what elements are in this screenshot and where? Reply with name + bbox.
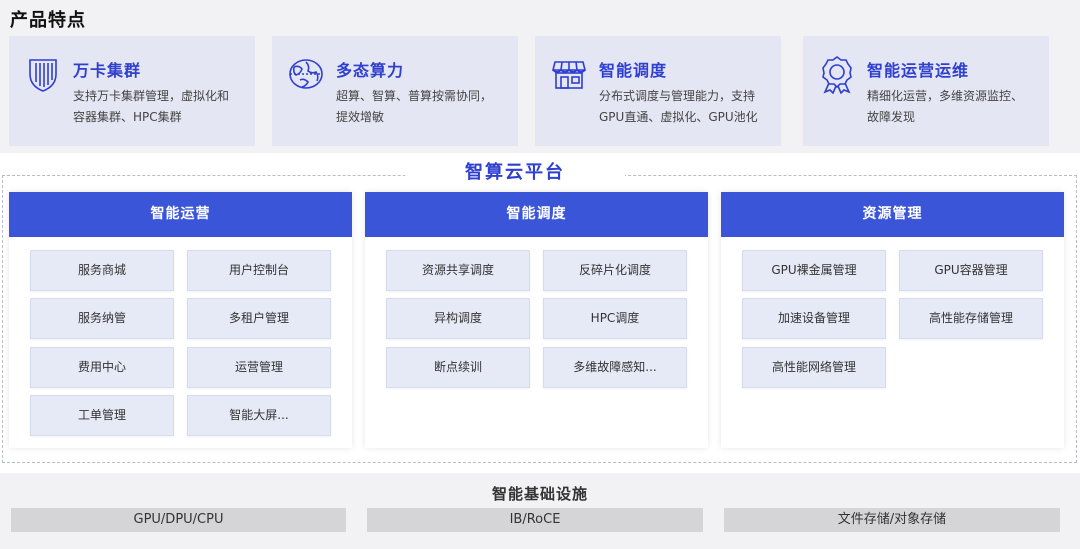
shield-icon [23, 54, 63, 94]
module-item[interactable]: 资源共享调度 [386, 250, 530, 291]
column-operations: 智能运营 服务商城 用户控制台 服务纳管 多租户管理 费用中心 运营管理 工单管… [9, 192, 352, 448]
module-item[interactable]: GPU裸金属管理 [742, 250, 886, 291]
module-item[interactable]: HPC调度 [543, 298, 687, 339]
module-item[interactable]: 服务商城 [30, 250, 174, 291]
badge-icon [817, 54, 857, 95]
module-item[interactable]: 多租户管理 [187, 298, 331, 339]
globe-icon [286, 54, 326, 94]
store-icon [549, 54, 589, 94]
module-item[interactable]: 高性能存储管理 [899, 298, 1043, 339]
feature-name: 多态算力 [336, 61, 405, 80]
module-item[interactable]: 加速设备管理 [742, 298, 886, 339]
feature-card-scheduling: 智能调度 分布式调度与管理能力，支持 GPU直通、虚拟化、GPU池化 [535, 36, 781, 146]
feature-name: 智能调度 [599, 61, 668, 80]
feature-name: 万卡集群 [73, 61, 142, 80]
column-resources: 资源管理 GPU裸金属管理 GPU容器管理 加速设备管理 高性能存储管理 高性能… [721, 192, 1064, 448]
infrastructure-title: 智能基础设施 [491, 485, 588, 503]
column-header: 智能调度 [365, 192, 708, 237]
module-item[interactable]: GPU容器管理 [899, 250, 1043, 291]
module-item[interactable]: 费用中心 [30, 347, 174, 388]
feature-name: 智能运营运维 [867, 61, 970, 80]
feature-desc: 支持万卡集群管理，虚拟化和 容器集群、HPC集群 [73, 89, 230, 124]
column-header: 智能运营 [9, 192, 352, 237]
feature-card-cluster: 万卡集群 支持万卡集群管理，虚拟化和 容器集群、HPC集群 [9, 36, 255, 146]
infra-item: 文件存储/对象存储 [724, 508, 1060, 532]
module-item[interactable]: 断点续训 [386, 347, 530, 388]
platform-title-wrap: 智算云平台 [405, 160, 625, 188]
feature-desc: 分布式调度与管理能力，支持 GPU直通、虚拟化、GPU池化 [599, 89, 758, 124]
module-item[interactable]: 工单管理 [30, 395, 174, 436]
feature-desc: 超算、智算、普算按需协同， 提效增敏 [336, 89, 493, 124]
infra-item: GPU/DPU/CPU [11, 508, 346, 532]
module-item[interactable]: 服务纳管 [30, 298, 174, 339]
platform-title: 智算云平台 [465, 162, 565, 183]
feature-card-compute: 多态算力 超算、智算、普算按需协同， 提效增敏 [272, 36, 518, 146]
module-item[interactable]: 智能大屏... [187, 395, 331, 436]
module-item[interactable]: 异构调度 [386, 298, 530, 339]
column-scheduling: 智能调度 资源共享调度 反碎片化调度 异构调度 HPC调度 断点续训 多维故障感… [365, 192, 708, 448]
module-item[interactable]: 反碎片化调度 [543, 250, 687, 291]
infra-item: IB/RoCE [367, 508, 703, 532]
features-title: 产品特点 [10, 10, 86, 31]
column-header: 资源管理 [721, 192, 1064, 237]
module-item[interactable]: 用户控制台 [187, 250, 331, 291]
module-item[interactable]: 多维故障感知... [543, 347, 687, 388]
feature-card-operations: 智能运营运维 精细化运营，多维资源监控、 故障发现 [803, 36, 1049, 146]
feature-desc: 精细化运营，多维资源监控、 故障发现 [867, 89, 1024, 124]
module-item[interactable]: 高性能网络管理 [742, 347, 886, 388]
module-item[interactable]: 运营管理 [187, 347, 331, 388]
